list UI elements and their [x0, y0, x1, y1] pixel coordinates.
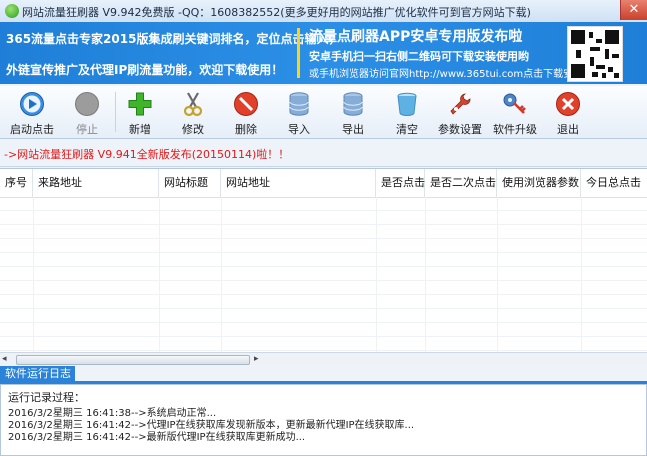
table-row: [0, 225, 647, 239]
table-row: [0, 197, 647, 211]
scroll-right-arrow-icon[interactable]: ▸: [254, 354, 259, 364]
log-line: 2016/3/2星期三 16:41:42-->最新版代理IP在线获取库更新成功.…: [8, 432, 306, 443]
exit-button[interactable]: 退出: [542, 88, 594, 136]
export-button[interactable]: 导出: [327, 88, 379, 136]
release-notice[interactable]: ->网站流量狂刷器 V9.941全新版发布(20150114)啦！！: [0, 140, 647, 167]
scrollbar-thumb[interactable]: [16, 355, 250, 365]
banner-app-title: 流量点刷器APP安卓专用版发布啦: [309, 29, 523, 45]
table-row: [0, 323, 647, 337]
stop-label: 停止: [76, 123, 98, 136]
play-icon: [20, 92, 44, 116]
table-row: [0, 211, 647, 225]
tab-software-log[interactable]: 软件运行日志: [0, 366, 75, 382]
column-header-site-url[interactable]: 网站地址: [221, 169, 376, 197]
exit-icon: [556, 92, 580, 116]
add-button[interactable]: 新增: [114, 88, 166, 136]
table-row: [0, 239, 647, 253]
column-header-index[interactable]: 序号: [0, 169, 33, 197]
column-header-click[interactable]: 是否点击: [376, 169, 425, 197]
edit-label: 修改: [182, 123, 204, 136]
task-table[interactable]: 序号 来路地址 网站标题 网站地址 是否点击 是否二次点击 使用浏览器参数 今日…: [0, 168, 647, 355]
app-window: 网站流量狂刷器 V9.942免费版 -QQ：1608382552(更多更好用的网…: [0, 0, 647, 456]
log-panel[interactable]: 运行记录过程： 2016/3/2星期三 16:41:38-->系统启动正常...…: [0, 384, 647, 456]
database-import-icon: [289, 92, 309, 116]
banner-app-subtitle: 安卓手机扫一扫右侧二维码可下载安装使用哟: [309, 50, 529, 63]
edit-button[interactable]: 修改: [167, 88, 219, 136]
promo-banner[interactable]: 365流量点击专家2015版集成刷关键词排名，定位点击输入， 外链宣传推广及代理…: [0, 22, 647, 84]
delete-button[interactable]: 删除: [220, 88, 272, 136]
banner-text-line-1: 365流量点击专家2015版集成刷关键词排名，定位点击输入，: [6, 32, 341, 46]
database-export-icon: [343, 92, 363, 116]
scroll-left-arrow-icon[interactable]: ◂: [2, 354, 7, 364]
column-header-today-clicks[interactable]: 今日总点击: [581, 169, 647, 197]
settings-label: 参数设置: [438, 123, 482, 136]
table-row: [0, 295, 647, 309]
clear-label: 清空: [396, 123, 418, 136]
table-row: [0, 309, 647, 323]
table-row: [0, 281, 647, 295]
banner-divider: [297, 28, 300, 78]
stop-icon: [75, 92, 99, 116]
column-header-referrer[interactable]: 来路地址: [33, 169, 159, 197]
key-icon: [503, 93, 526, 114]
import-button[interactable]: 导入: [273, 88, 325, 136]
column-header-site-title[interactable]: 网站标题: [159, 169, 221, 197]
upgrade-button[interactable]: 软件升级: [489, 88, 541, 136]
table-horizontal-scrollbar[interactable]: ◂ ▸: [0, 352, 647, 365]
settings-button[interactable]: 参数设置: [434, 88, 486, 136]
stop-button[interactable]: 停止: [61, 88, 113, 136]
qr-code-icon: [567, 26, 623, 82]
table-row: [0, 267, 647, 281]
plus-icon: [128, 92, 152, 116]
column-header-browser-params[interactable]: 使用浏览器参数: [497, 169, 581, 197]
upgrade-label: 软件升级: [493, 123, 537, 136]
column-header-second-click[interactable]: 是否二次点击: [425, 169, 497, 197]
log-heading: 运行记录过程：: [8, 391, 85, 404]
banner-app-url: 或手机浏览器访问官网http://www.365tui.com点击下载安装: [309, 69, 584, 80]
trash-icon: [397, 92, 417, 116]
table-row: [0, 337, 647, 351]
toolbar: 启动点击 停止 新增 修改 删除 导入 导出 清空 参数设置 软件升级 退出: [0, 86, 647, 139]
import-label: 导入: [288, 123, 310, 136]
window-title: 网站流量狂刷器 V9.942免费版 -QQ：1608382552(更多更好用的网…: [22, 6, 531, 19]
release-notice-text: ->网站流量狂刷器 V9.941全新版发布(20150114)啦！！: [4, 148, 290, 161]
scissors-icon: [183, 92, 203, 117]
exit-label: 退出: [557, 123, 579, 136]
start-click-button[interactable]: 启动点击: [6, 88, 58, 136]
table-header: 序号 来路地址 网站标题 网站地址 是否点击 是否二次点击 使用浏览器参数 今日…: [0, 169, 647, 198]
add-label: 新增: [129, 123, 151, 136]
window-close-button[interactable]: ✕: [620, 0, 647, 20]
delete-icon: [234, 92, 258, 116]
table-row: [0, 253, 647, 267]
app-logo-icon: [5, 4, 19, 18]
clear-button[interactable]: 清空: [381, 88, 433, 136]
wrench-icon: [450, 93, 471, 115]
start-click-label: 启动点击: [10, 123, 54, 136]
title-bar: 网站流量狂刷器 V9.942免费版 -QQ：1608382552(更多更好用的网…: [0, 0, 647, 23]
export-label: 导出: [342, 123, 364, 136]
delete-label: 删除: [235, 123, 257, 136]
banner-text-line-2: 外链宣传推广及代理IP刷流量功能，欢迎下载使用！: [6, 63, 284, 77]
